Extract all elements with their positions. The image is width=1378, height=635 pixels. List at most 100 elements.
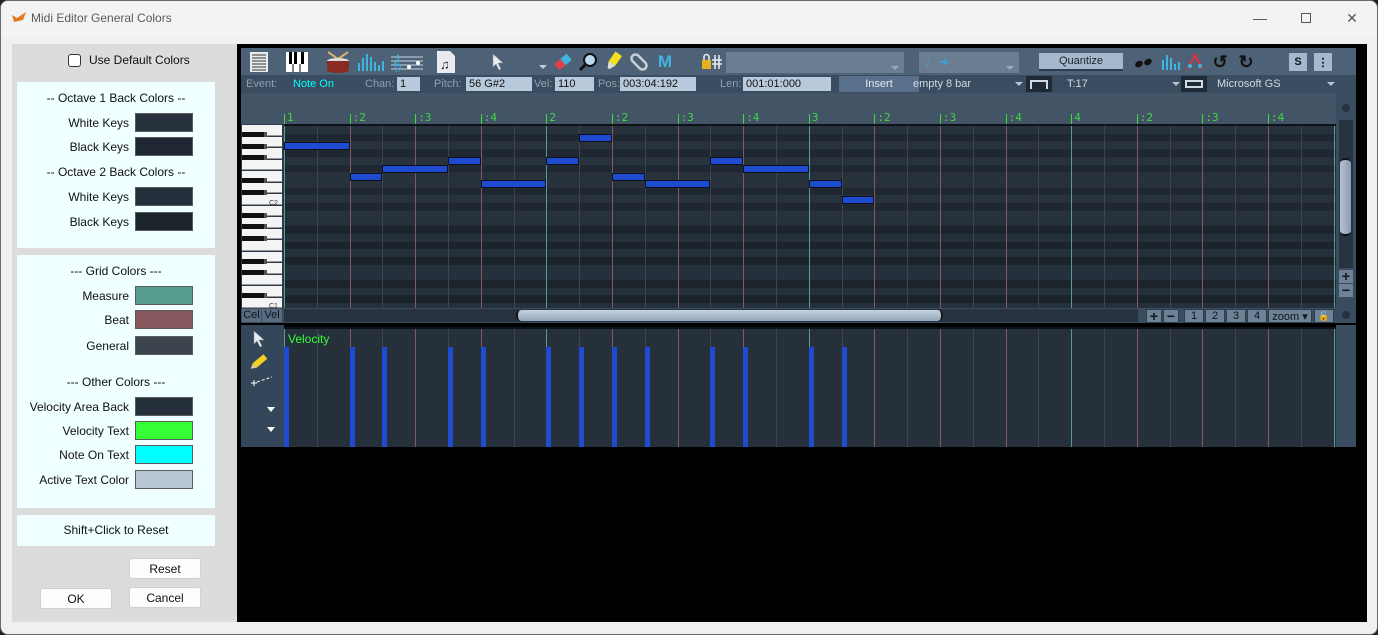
loop-bracket-icon[interactable]: [1026, 76, 1052, 92]
quantize-button[interactable]: Quantize: [1039, 53, 1123, 71]
track-combo[interactable]: T:17: [1067, 78, 1088, 90]
note-block[interactable]: [382, 164, 448, 173]
pencil-icon[interactable]: [250, 351, 270, 374]
sheet-icon[interactable]: ♫: [437, 51, 455, 73]
velocity-bar[interactable]: [382, 346, 388, 447]
piano-icon[interactable]: [286, 51, 308, 73]
reset-button[interactable]: Reset: [129, 558, 201, 579]
solo-button[interactable]: S: [1289, 53, 1307, 71]
black-key[interactable]: [242, 212, 267, 218]
zoom-menu-button[interactable]: zoom ▾: [1268, 309, 1312, 323]
white-key[interactable]: [242, 240, 282, 251]
active-text-color-swatch[interactable]: [135, 470, 193, 489]
vertical-scrollbar-thumb[interactable]: [1340, 158, 1351, 236]
velocity-area[interactable]: Velocity: [284, 327, 1336, 447]
horizontal-scrollbar-thumb[interactable]: [516, 310, 943, 321]
piano-keyboard[interactable]: C2 C1: [241, 124, 284, 308]
chevron-down-icon[interactable]: [1015, 82, 1023, 86]
chevron-down-icon[interactable]: [1172, 82, 1180, 86]
snap-lock-icon[interactable]: [701, 51, 723, 73]
note-block[interactable]: [480, 180, 547, 189]
ok-button[interactable]: OK: [40, 588, 112, 609]
pointer-icon[interactable]: [491, 51, 505, 73]
note-on-text-swatch[interactable]: [135, 445, 193, 464]
note-block[interactable]: [710, 157, 744, 166]
zoom-lock-button[interactable]: 🔓: [1314, 309, 1334, 323]
octave2-white-swatch[interactable]: [135, 187, 193, 206]
zoom-preset-3[interactable]: 3: [1226, 309, 1246, 323]
device-combo[interactable]: Microsoft GS: [1217, 78, 1281, 90]
zoom-in-button[interactable]: +: [1146, 308, 1162, 324]
velocity-bar[interactable]: [644, 346, 650, 447]
black-key[interactable]: [242, 178, 267, 184]
black-key[interactable]: [242, 270, 267, 276]
use-default-colors-checkbox[interactable]: [68, 53, 81, 67]
note-block[interactable]: [808, 180, 842, 189]
note-block[interactable]: [743, 164, 809, 173]
black-key[interactable]: [242, 132, 267, 138]
note-block[interactable]: [841, 195, 875, 204]
black-key[interactable]: [242, 258, 267, 264]
general-swatch[interactable]: [135, 336, 193, 355]
highlighter-icon[interactable]: [603, 51, 623, 73]
humanize-icon[interactable]: [1185, 51, 1205, 73]
velocity-bar[interactable]: [546, 346, 552, 447]
zoom-preset-4[interactable]: 4: [1247, 309, 1267, 323]
velocity-bar[interactable]: [579, 346, 585, 447]
velocity-bar[interactable]: [284, 346, 289, 447]
len-input[interactable]: 001:01:000: [743, 77, 831, 91]
legato-icon[interactable]: [1133, 51, 1155, 73]
octave2-black-swatch[interactable]: [135, 212, 193, 231]
insert-button[interactable]: Insert: [839, 76, 919, 92]
drum-icon[interactable]: [325, 51, 351, 73]
black-key[interactable]: [242, 235, 267, 241]
eraser-icon[interactable]: [553, 51, 573, 73]
velocity-bar[interactable]: [448, 346, 453, 447]
velocity-bar[interactable]: [710, 346, 716, 447]
pointer-icon[interactable]: [253, 330, 265, 351]
velocity-bar[interactable]: [743, 346, 749, 447]
note-block[interactable]: [579, 134, 612, 142]
score-icon[interactable]: 𝄞: [391, 51, 423, 73]
octave1-white-swatch[interactable]: [135, 113, 193, 132]
pitch-input[interactable]: 56 G#2: [466, 77, 532, 91]
black-key[interactable]: [242, 143, 267, 149]
note-block[interactable]: [644, 180, 711, 189]
horizontal-scrollbar-track[interactable]: [284, 309, 1138, 322]
velocity-icon[interactable]: [357, 51, 385, 73]
black-key[interactable]: [242, 189, 267, 195]
zoom-preset-2[interactable]: 2: [1205, 309, 1225, 323]
octave1-black-swatch[interactable]: [135, 137, 193, 156]
vel-tab[interactable]: Vel: [262, 309, 282, 322]
black-key[interactable]: [242, 224, 267, 230]
zoom-out-button[interactable]: −: [1163, 308, 1179, 324]
more-options-button[interactable]: ⋮: [1314, 53, 1332, 71]
minimize-button[interactable]: —: [1237, 1, 1283, 35]
white-key[interactable]: [242, 159, 282, 170]
measure-swatch[interactable]: [135, 286, 193, 305]
note-block[interactable]: [448, 157, 481, 166]
velocity-bar[interactable]: [612, 346, 617, 447]
vel-input[interactable]: 110: [555, 77, 594, 91]
vertical-scrollbar-track[interactable]: [1339, 120, 1353, 268]
cancel-button[interactable]: Cancel: [129, 587, 201, 608]
zoom-preset-1[interactable]: 1: [1184, 309, 1204, 323]
undo-icon[interactable]: ↺: [1211, 51, 1229, 73]
controller-dropdown-1[interactable]: [267, 407, 275, 412]
pos-input[interactable]: 003:04:192: [620, 77, 696, 91]
white-key[interactable]: [242, 274, 282, 285]
note-grid[interactable]: [284, 124, 1336, 308]
velocity-scale-icon[interactable]: [1160, 51, 1182, 73]
redo-icon[interactable]: ↻: [1237, 51, 1255, 73]
use-default-colors-row[interactable]: Use Default Colors: [68, 53, 190, 67]
maximize-button[interactable]: [1283, 1, 1329, 35]
line-tool-icon[interactable]: [250, 375, 274, 390]
note-block[interactable]: [546, 157, 580, 166]
snap-combo[interactable]: [726, 52, 904, 73]
velocity-bar[interactable]: [480, 346, 486, 447]
velocity-area-back-swatch[interactable]: [135, 397, 193, 416]
tool-dropdown-arrow[interactable]: [539, 51, 547, 73]
timeline-ruler[interactable]: 1:2:3:4 2:2:3:4 3:2:3:4 4:2:3:4: [284, 111, 1336, 124]
note-block[interactable]: [612, 172, 645, 181]
zoom-tool-icon[interactable]: [578, 51, 598, 73]
